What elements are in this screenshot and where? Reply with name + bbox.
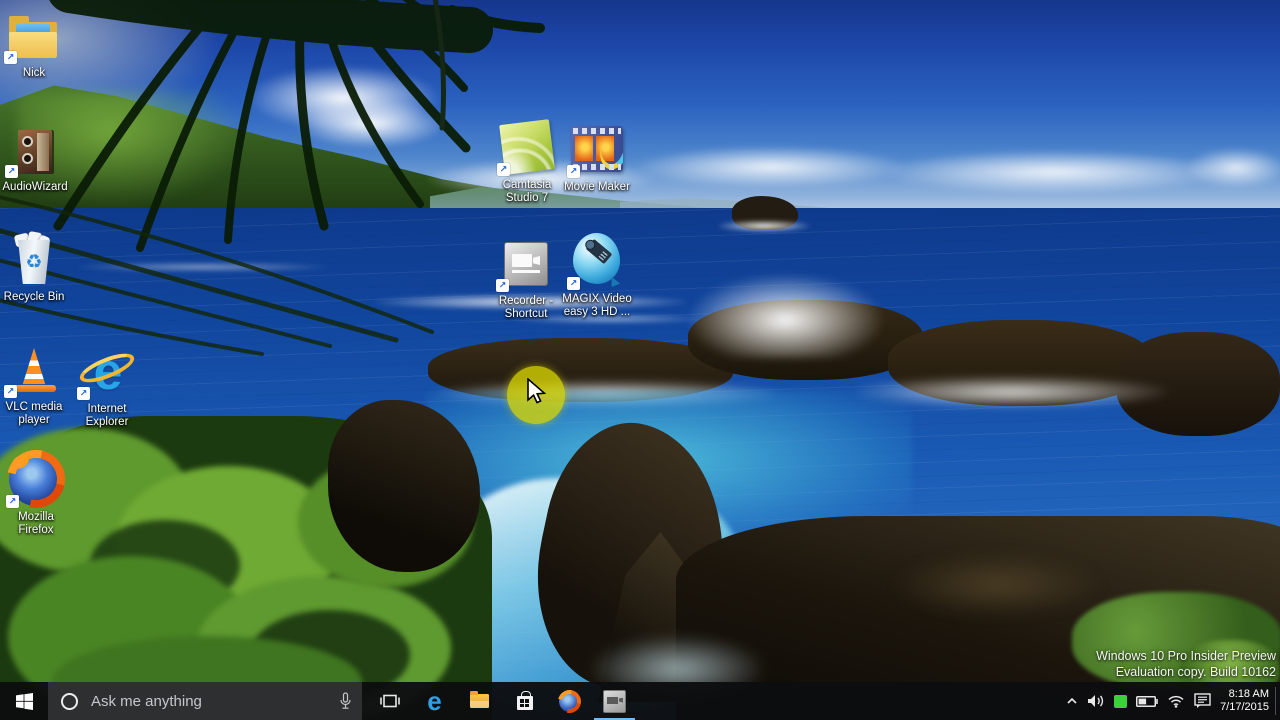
icon-label: VLC media player: [5, 401, 63, 426]
desktop-icon-audiowizard[interactable]: ↗ AudioWizard: [0, 122, 75, 194]
battery-button[interactable]: [1136, 695, 1158, 707]
shortcut-arrow-icon: ↗: [567, 165, 580, 178]
search-input[interactable]: [89, 691, 339, 711]
camtasia-recorder-icon: [603, 689, 626, 713]
desktop: Windows 10 Pro Insider Preview Evaluatio…: [0, 0, 1280, 720]
firefox-icon: ↗: [5, 452, 67, 508]
desktop-icon-magix[interactable]: ↗ MAGIX Video easy 3 HD ...: [557, 228, 637, 319]
shortcut-arrow-icon: ↗: [6, 495, 19, 508]
microphone-icon[interactable]: [339, 692, 352, 710]
desktop-icon-movie-maker[interactable]: ↗ Movie Maker: [557, 122, 637, 194]
cloud: [1186, 148, 1280, 188]
wallpaper: [0, 0, 1280, 720]
hidden-icons-chevron[interactable]: [1066, 697, 1078, 705]
icon-label: Nick: [22, 67, 46, 79]
rock-highlight: [890, 552, 1105, 618]
cloud: [884, 150, 1224, 194]
internet-explorer-icon: e ↗: [76, 344, 138, 400]
recorder-status-tray[interactable]: [1114, 694, 1128, 708]
cloud: [296, 100, 446, 148]
green-status-icon: [1114, 694, 1128, 708]
shortcut-arrow-icon: ↗: [497, 163, 510, 176]
windows-watermark: Windows 10 Pro Insider Preview Evaluatio…: [1096, 648, 1276, 680]
taskbar-clock[interactable]: 8:18 AM 7/17/2015: [1218, 682, 1275, 720]
show-desktop-button[interactable]: [1276, 682, 1280, 720]
desktop-icon-internet-explorer[interactable]: e ↗ Internet Explorer: [67, 344, 147, 429]
vlc-cone-icon: ↗: [3, 342, 65, 398]
clock-date: 7/17/2015: [1220, 701, 1269, 713]
wave: [78, 262, 328, 272]
file-explorer-icon: [470, 691, 489, 708]
taskbar-edge-button[interactable]: e: [412, 682, 457, 720]
desktop-icon-nick[interactable]: ↗ Nick: [0, 8, 74, 80]
shortcut-arrow-icon: ↗: [496, 279, 509, 292]
action-center-button[interactable]: [1194, 693, 1211, 709]
icon-label: Camtasia Studio 7: [502, 179, 552, 204]
taskbar-store-button[interactable]: [502, 682, 547, 720]
taskbar-camtasia-recorder-button[interactable]: [592, 682, 637, 720]
action-center-icon: [1194, 693, 1211, 708]
store-icon: [516, 691, 533, 710]
network-button[interactable]: [1167, 695, 1185, 708]
icon-label: Movie Maker: [564, 181, 630, 193]
foam: [718, 220, 810, 232]
taskbar-file-explorer-button[interactable]: [457, 682, 502, 720]
taskbar: e: [0, 682, 1280, 720]
task-view-icon: [379, 694, 400, 708]
desktop-icon-recycle-bin[interactable]: ♻ Recycle Bin: [0, 230, 74, 304]
icon-label: MAGIX Video easy 3 HD ...: [562, 293, 632, 318]
cloud: [636, 146, 906, 188]
shortcut-arrow-icon: ↗: [4, 385, 17, 398]
cortana-icon: [61, 692, 78, 710]
shortcut-arrow-icon: ↗: [567, 277, 580, 290]
volume-button[interactable]: [1087, 694, 1105, 708]
desktop-icon-vlc[interactable]: ↗ VLC media player: [0, 342, 74, 427]
icon-label: Mozilla Firefox: [18, 511, 54, 536]
icon-label: Recycle Bin: [3, 291, 65, 303]
icon-label: AudioWizard: [2, 181, 68, 193]
desktop-icon-recorder[interactable]: ↗ Recorder - Shortcut: [486, 236, 566, 321]
clock-time: 8:18 AM: [1228, 687, 1269, 700]
taskbar-empty-area: [637, 682, 1059, 720]
desktop-icon-firefox[interactable]: ↗ Mozilla Firefox: [0, 452, 76, 537]
shortcut-arrow-icon: ↗: [5, 165, 18, 178]
task-view-button[interactable]: [367, 682, 412, 720]
edge-icon: e: [427, 686, 442, 716]
taskbar-buttons: e: [367, 682, 637, 720]
magix-icon: ↗: [566, 228, 628, 290]
shortcut-arrow-icon: ↗: [4, 51, 17, 64]
icon-label: Recorder - Shortcut: [498, 295, 554, 320]
recorder-icon: ↗: [495, 236, 557, 292]
wave-splash: [688, 274, 883, 358]
folder-icon: ↗: [3, 8, 65, 64]
chevron-up-icon: [1067, 697, 1077, 704]
mouse-cursor: [527, 378, 547, 404]
movie-maker-icon: ↗: [566, 122, 628, 178]
icon-label: Internet Explorer: [85, 403, 129, 428]
system-tray: [1059, 682, 1218, 720]
search-box[interactable]: [48, 682, 362, 720]
speaker-icon: [1088, 695, 1104, 707]
shortcut-arrow-icon: ↗: [77, 387, 90, 400]
start-button[interactable]: [0, 682, 48, 720]
battery-icon: [1136, 695, 1158, 707]
camtasia-icon: ↗: [496, 119, 558, 176]
firefox-icon: [559, 690, 580, 712]
wifi-icon: [1168, 695, 1184, 708]
watermark-line1: Windows 10 Pro Insider Preview: [1096, 649, 1276, 663]
audiowizard-icon: ↗: [4, 122, 66, 178]
recycle-symbol: ♻: [25, 250, 43, 273]
watermark-line2: Evaluation copy. Build 10162: [1115, 665, 1276, 679]
desktop-icon-camtasia[interactable]: ↗ Camtasia Studio 7: [487, 119, 567, 205]
windows-logo-icon: [15, 692, 33, 710]
taskbar-firefox-button[interactable]: [547, 682, 592, 720]
recycle-bin-icon: ♻: [3, 230, 65, 288]
